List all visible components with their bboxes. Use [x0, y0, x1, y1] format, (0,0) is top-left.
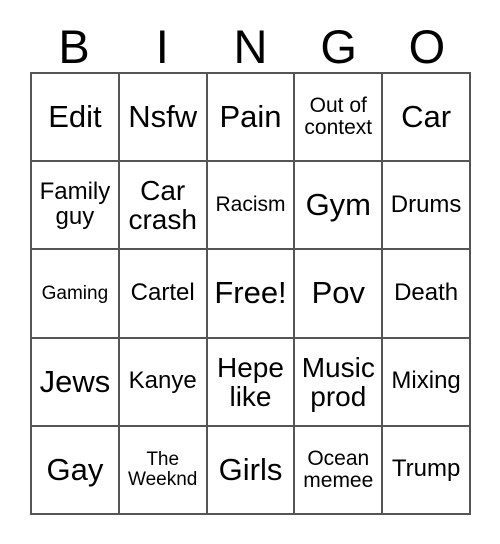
bingo-cell-free[interactable]: Free!	[207, 250, 296, 339]
bingo-cell[interactable]: Edit	[32, 74, 120, 163]
bingo-cell[interactable]: Gaming	[32, 250, 120, 339]
bingo-cell-label: Girls	[218, 451, 283, 487]
bingo-cell-label: Out of context	[304, 94, 373, 140]
bingo-cell[interactable]: The Weeknd	[119, 426, 208, 515]
bingo-cell-label: Gaming	[41, 282, 109, 304]
bingo-cell[interactable]: Kanye	[119, 338, 208, 427]
bingo-header-letter-o: O	[408, 20, 446, 73]
bingo-cell-label: The Weeknd	[128, 449, 198, 490]
bingo-cell-label: Racism	[215, 193, 286, 217]
bingo-cell[interactable]: Mixing	[383, 338, 471, 427]
bingo-cell[interactable]: Gay	[32, 426, 120, 515]
bingo-cell[interactable]: Death	[383, 250, 471, 339]
bingo-cell-label: Nsfw	[128, 98, 198, 134]
bingo-cell[interactable]: Out of context	[295, 74, 384, 163]
bingo-cell-label: Car crash	[128, 175, 197, 236]
bingo-header-letter-n: N	[233, 20, 268, 73]
bingo-cell-label: Gay	[46, 451, 104, 487]
bingo-cell[interactable]: Hepe like	[207, 338, 296, 427]
bingo-cell[interactable]: Jews	[32, 338, 120, 427]
bingo-cell[interactable]: Car	[383, 74, 471, 163]
bingo-cell-label: Music prod	[301, 351, 375, 412]
bingo-cell-label: Gym	[305, 187, 371, 223]
bingo-cell[interactable]: Ocean memee	[295, 426, 384, 515]
bingo-cell[interactable]: Girls	[207, 426, 296, 515]
bingo-cell-label: Ocean memee	[303, 447, 374, 492]
bingo-cell[interactable]: Family guy	[32, 162, 120, 251]
bingo-header-letter-b: B	[58, 20, 90, 73]
bingo-cell[interactable]: Music prod	[295, 338, 384, 427]
bingo-cell-label: Trump	[391, 455, 461, 483]
bingo-cell-label: Death	[394, 279, 459, 307]
bingo-cell-label: Hepe like	[217, 351, 284, 412]
bingo-cell[interactable]: Trump	[383, 426, 471, 515]
bingo-grid: Edit Nsfw Pain Out of context Car Family…	[30, 72, 471, 515]
bingo-cell[interactable]: Racism	[207, 162, 296, 251]
bingo-cell-label: Pain	[219, 98, 282, 134]
bingo-cell[interactable]: Gym	[295, 162, 384, 251]
bingo-cell-label: Drums	[390, 190, 462, 218]
bingo-header-letter-g: G	[320, 20, 357, 73]
bingo-cell-label: Pov	[311, 275, 365, 311]
bingo-header-row: B I N G O	[30, 8, 471, 72]
bingo-card: B I N G O Edit Nsfw Pain Out of context …	[0, 0, 500, 544]
bingo-cell-label: Car	[401, 98, 452, 134]
bingo-cell-label: Edit	[48, 98, 102, 134]
bingo-cell[interactable]: Pov	[295, 250, 384, 339]
bingo-cell[interactable]: Pain	[207, 74, 296, 163]
bingo-cell-label: Jews	[39, 363, 111, 399]
bingo-header-letter-i: I	[155, 20, 169, 73]
bingo-cell-label: Cartel	[130, 279, 195, 307]
bingo-cell-label: Kanye	[128, 367, 197, 395]
bingo-cell-label: Family guy	[39, 178, 111, 231]
bingo-cell-label: Mixing	[391, 367, 461, 395]
bingo-cell[interactable]: Cartel	[119, 250, 208, 339]
bingo-cell[interactable]: Drums	[383, 162, 471, 251]
bingo-cell-label: Free!	[214, 275, 287, 311]
bingo-cell[interactable]: Car crash	[119, 162, 208, 251]
bingo-cell[interactable]: Nsfw	[119, 74, 208, 163]
